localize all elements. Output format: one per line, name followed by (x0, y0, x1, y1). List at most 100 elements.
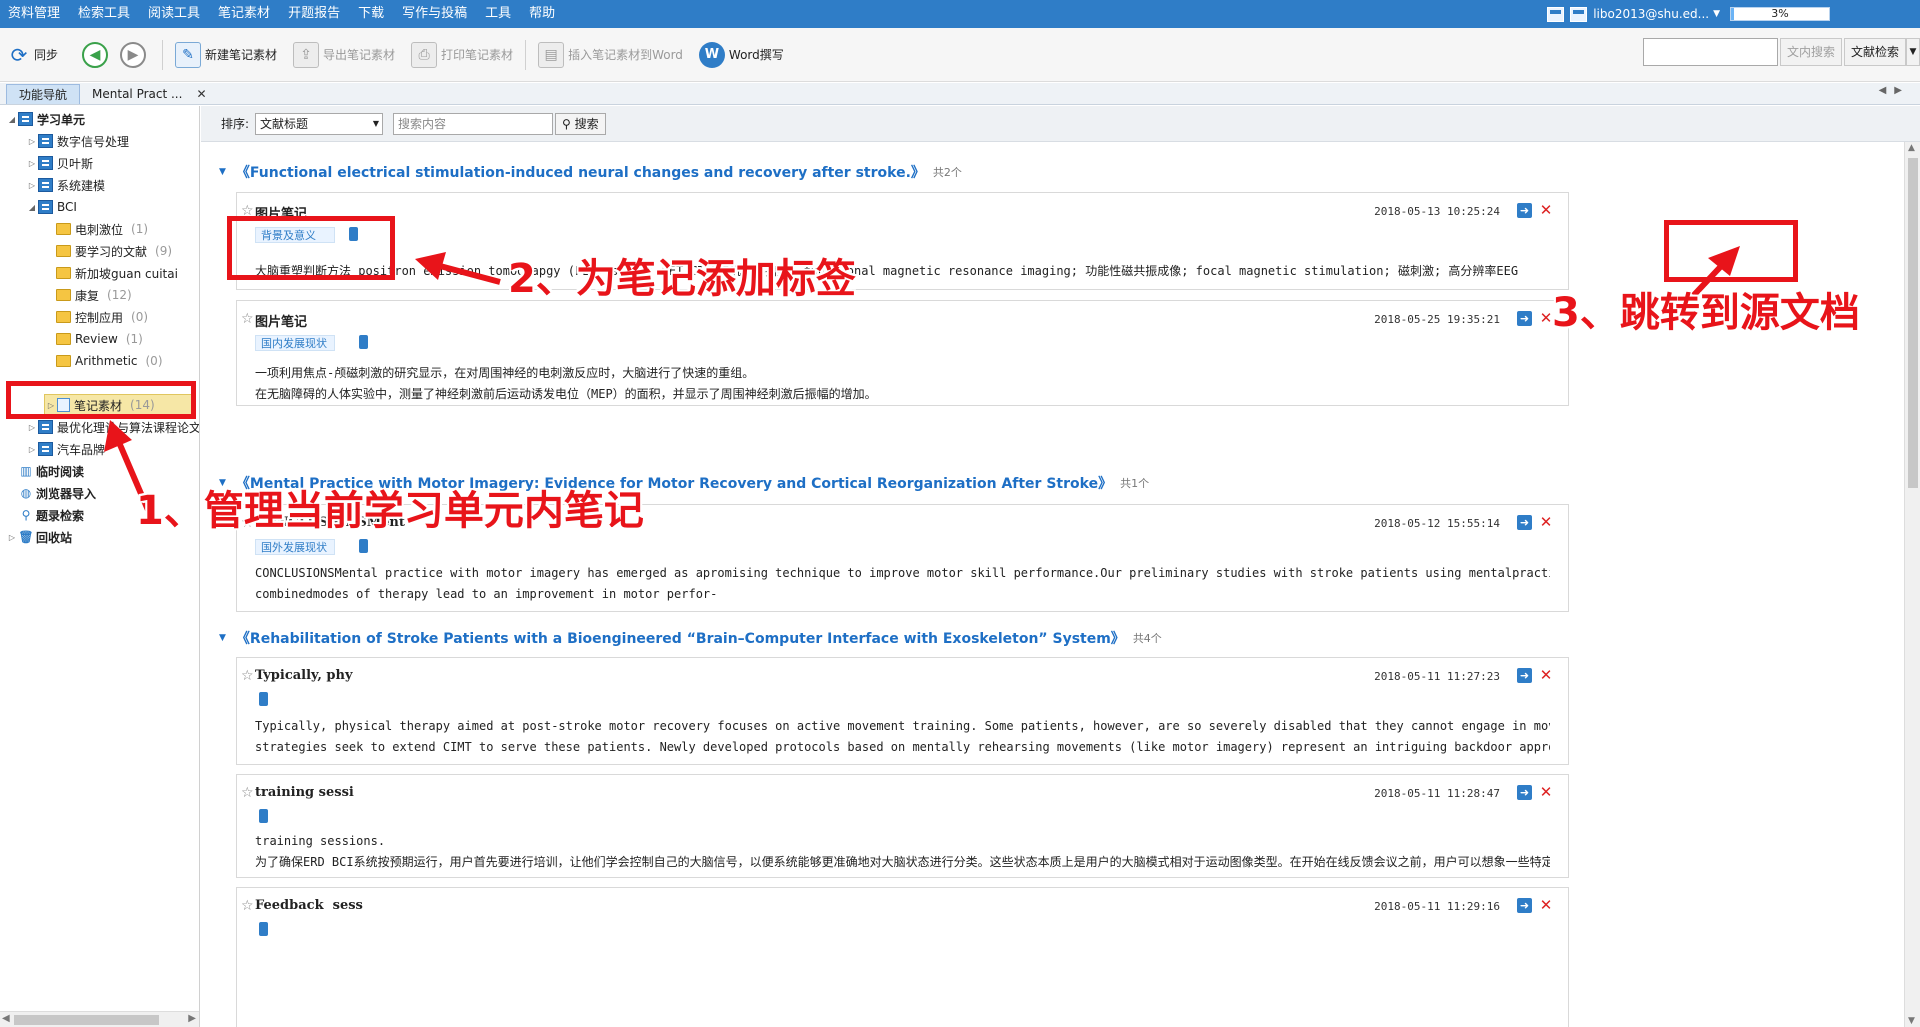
delete-icon[interactable]: ✕ (1538, 784, 1554, 800)
tree-item-unit[interactable]: ▷ 数字信号处理 (26, 130, 129, 152)
chevron-left-icon[interactable]: ◀ (2, 1013, 10, 1024)
chevron-down-icon[interactable]: ◢ (26, 203, 38, 212)
star-icon[interactable]: ☆ (241, 898, 254, 914)
note-card[interactable]: ☆ Feedback sess 2018-05-11 11:29:16 ➜ ✕ (236, 887, 1569, 1027)
go-to-source-icon[interactable]: ➜ (1517, 785, 1532, 800)
doc-group-title[interactable]: 《Functional electrical stimulation-induc… (236, 162, 925, 182)
star-icon[interactable]: ☆ (241, 785, 254, 801)
menu-help[interactable]: 帮助 (520, 0, 564, 28)
chevron-down-icon[interactable]: ▼ (219, 167, 226, 177)
progress-label: 3% (1771, 7, 1789, 20)
chevron-right-icon[interactable]: ▷ (26, 181, 38, 190)
tree-item-browser-import[interactable]: ◍ 浏览器导入 (18, 482, 96, 504)
menu-data-management[interactable]: 资料管理 (0, 0, 69, 28)
close-icon[interactable]: ✕ (196, 84, 206, 104)
tree-item-folder[interactable]: 电刺激位 (1) (56, 218, 148, 240)
tree-item-folder[interactable]: Arithmetic (0) (56, 350, 163, 372)
go-to-source-icon[interactable]: ➜ (1517, 311, 1532, 326)
clip-icon[interactable] (259, 922, 268, 936)
tree-item-folder[interactable]: Review (1) (56, 328, 143, 350)
scroll-thumb[interactable] (14, 1015, 159, 1025)
note-card[interactable]: ☆ 图片笔记 2018-05-13 10:25:24 ➜ ✕ 背景及意义 大脑重… (236, 192, 1569, 290)
tree-item-unit-bci[interactable]: ◢ BCI (26, 196, 77, 218)
menu-tools[interactable]: 工具 (476, 0, 520, 28)
delete-icon[interactable]: ✕ (1538, 514, 1554, 530)
go-to-source-icon[interactable]: ➜ (1517, 203, 1532, 218)
note-card[interactable]: ☆ 图片笔记 2018-05-25 19:35:21 ➜ ✕ 国内发展现状 一项… (236, 300, 1569, 406)
tab-navigation[interactable]: 功能导航 (6, 84, 81, 104)
delete-icon[interactable]: ✕ (1538, 202, 1554, 218)
delete-icon[interactable]: ✕ (1538, 897, 1554, 913)
go-to-source-icon[interactable]: ➜ (1517, 515, 1532, 530)
scroll-thumb[interactable] (1908, 158, 1918, 488)
search-in-doc-button[interactable]: 文内搜索 (1779, 38, 1842, 66)
tree-item-unit[interactable]: ▷ 汽车品牌 (26, 438, 105, 460)
clip-icon[interactable] (259, 809, 268, 823)
sync-button[interactable]: ⟳ 同步 (0, 38, 66, 72)
doc-group-header[interactable]: ▼ 《Functional electrical stimulation-ind… (219, 161, 962, 183)
forward-button[interactable]: ▶ (120, 38, 158, 72)
go-to-source-icon[interactable]: ➜ (1517, 668, 1532, 683)
clip-icon[interactable] (259, 692, 268, 706)
chevron-right-icon[interactable]: ▷ (26, 423, 38, 432)
insert-word-button[interactable]: ▤ 插入笔记素材到Word (530, 38, 691, 72)
chevron-right-icon[interactable]: ▷ (26, 159, 38, 168)
user-account[interactable]: libo2013@shu.ed... (1593, 7, 1709, 21)
menu-proposal[interactable]: 开题报告 (279, 0, 349, 28)
chevron-down-icon[interactable]: ▼ (1906, 38, 1920, 66)
tree-item-learning-units[interactable]: ◢ 学习单元 (6, 108, 85, 130)
print-note-button[interactable]: ⎙ 打印笔记素材 (403, 38, 521, 72)
word-write-button[interactable]: W Word撰写 (691, 38, 792, 72)
menu-download[interactable]: 下载 (349, 0, 393, 28)
doc-search-input[interactable] (1642, 38, 1778, 66)
note-tag[interactable]: 国内发展现状 (255, 335, 335, 351)
note-search-button[interactable]: ⚲ 搜索 (555, 112, 606, 135)
note-search-input[interactable]: 搜索内容 (393, 112, 554, 135)
export-note-button[interactable]: ⇪ 导出笔记素材 (285, 38, 403, 72)
doc-search-button[interactable]: 文献检索 (1843, 38, 1906, 66)
tree-item-folder[interactable]: 控制应用 (0) (56, 306, 148, 328)
tree-item-folder[interactable]: 康复 (12) (56, 284, 132, 306)
chevron-right-icon[interactable]: ▷ (26, 445, 38, 454)
star-icon[interactable]: ☆ (241, 668, 254, 684)
chevron-up-icon[interactable]: ▲ (1908, 143, 1915, 153)
chevron-right-icon[interactable]: ▷ (6, 533, 18, 542)
back-button[interactable]: ◀ (74, 38, 120, 72)
doc-group-header[interactable]: ▼ 《Rehabilitation of Stroke Patients wit… (219, 627, 1162, 649)
notes-vertical-scrollbar[interactable]: ▲ ▼ (1904, 142, 1920, 1027)
menu-reading-tools[interactable]: 阅读工具 (139, 0, 209, 28)
tree-item-unit[interactable]: ▷ 最优化理论与算法课程论文 (26, 416, 199, 438)
note-tag[interactable]: 国外发展现状 (255, 539, 335, 555)
sort-select[interactable]: 文献标题 (255, 112, 384, 135)
layout-icon[interactable] (1570, 6, 1588, 22)
menu-notes[interactable]: 笔记素材 (209, 0, 279, 28)
sidebar-horizontal-scrollbar[interactable]: ◀ ▶ (0, 1011, 199, 1027)
note-card[interactable]: ☆ training sessi 2018-05-11 11:28:47 ➜ ✕… (236, 774, 1569, 878)
go-to-source-icon[interactable]: ➜ (1517, 898, 1532, 913)
chevron-down-icon[interactable]: ▼ (219, 633, 226, 643)
tree-item-recycle-bin[interactable]: ▷ 🗑 回收站 (6, 526, 72, 548)
tree-item-unit[interactable]: ▷ 贝叶斯 (26, 152, 93, 174)
delete-icon[interactable]: ✕ (1538, 667, 1554, 683)
tree-item-record-search[interactable]: ⚲ 题录检索 (18, 504, 84, 526)
tab-document[interactable]: Mental Pract ... ✕ (80, 84, 218, 104)
chevron-down-icon[interactable]: ▼ (1908, 1016, 1915, 1026)
menu-writing[interactable]: 写作与投稿 (393, 0, 476, 28)
note-card[interactable]: ☆ Typically, phy 2018-05-11 11:27:23 ➜ ✕… (236, 657, 1569, 765)
chevron-down-icon[interactable]: ▼ (1713, 9, 1720, 19)
clip-icon[interactable] (359, 335, 368, 349)
tree-item-unit[interactable]: ▷ 系统建模 (26, 174, 105, 196)
chevron-right-icon[interactable]: ▷ (26, 137, 38, 146)
window-icon[interactable] (1547, 6, 1565, 22)
new-note-button[interactable]: ✎ 新建笔记素材 (167, 38, 285, 72)
chevron-down-icon[interactable]: ◢ (6, 115, 18, 124)
star-icon[interactable]: ☆ (241, 311, 254, 327)
tree-item-folder[interactable]: 新加坡guan cuitai (56, 262, 178, 284)
menu-search-tools[interactable]: 检索工具 (69, 0, 139, 28)
doc-group-title[interactable]: 《Rehabilitation of Stroke Patients with … (236, 628, 1125, 648)
clip-icon[interactable] (359, 539, 368, 553)
tree-item-folder[interactable]: 要学习的文献 (9) (56, 240, 172, 262)
tab-scroll-arrows[interactable]: ◀▶ (1879, 85, 1910, 96)
tree-item-temp-reading[interactable]: ▥ 临时阅读 (18, 460, 84, 482)
chevron-right-icon[interactable]: ▶ (188, 1013, 196, 1024)
